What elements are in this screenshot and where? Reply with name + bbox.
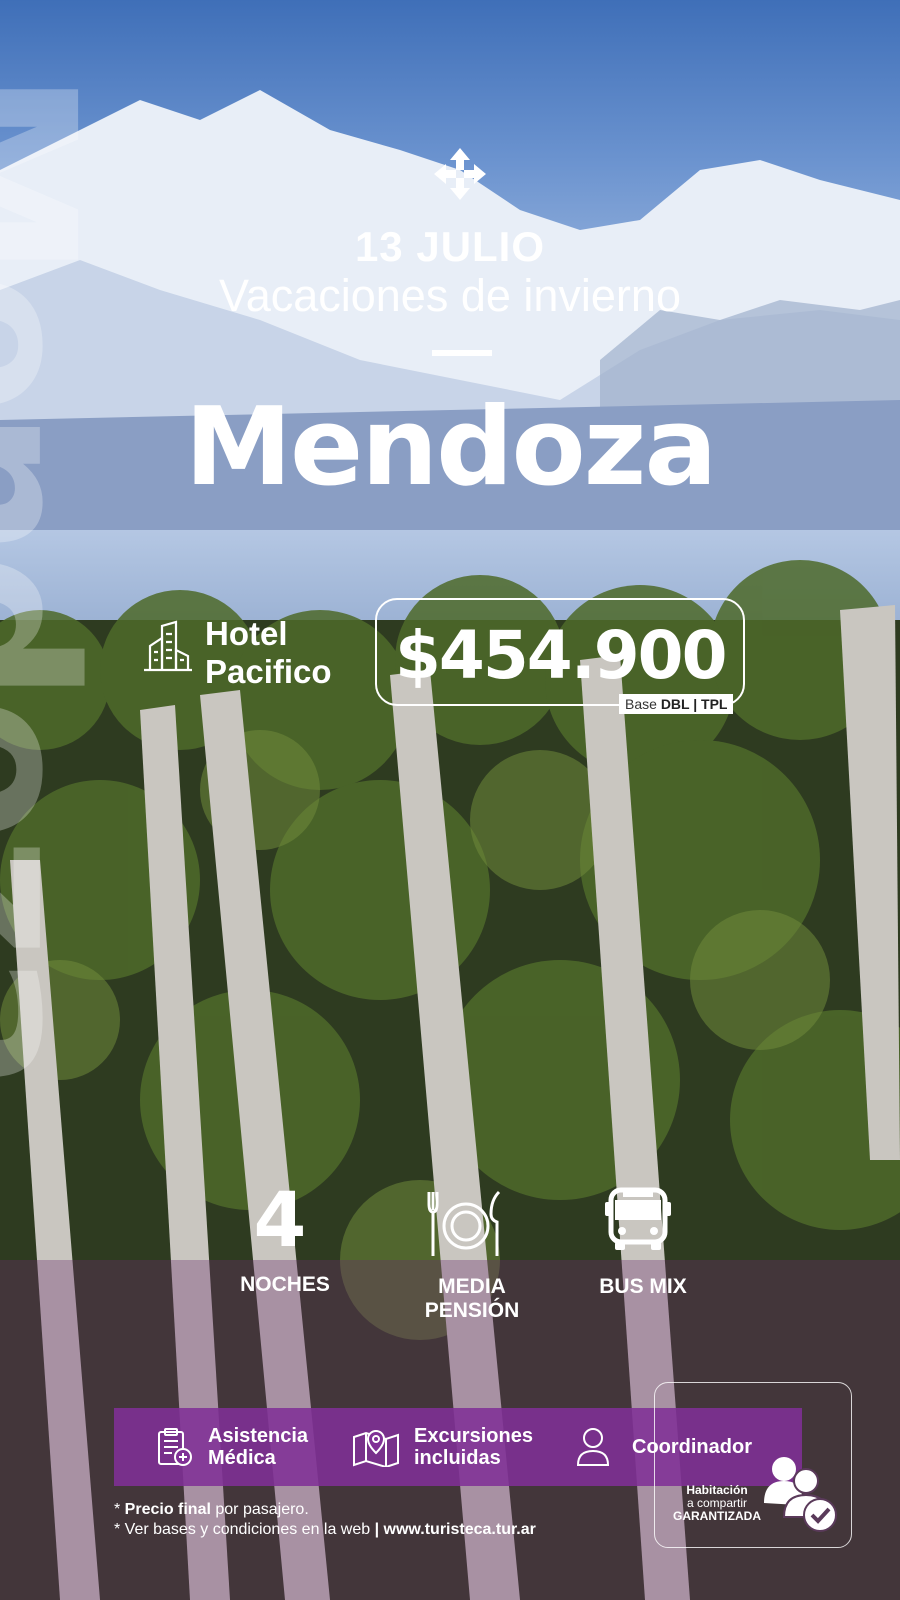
map-pin-icon xyxy=(353,1430,399,1467)
trip-subtitle: Vacaciones de invierno xyxy=(219,270,681,321)
footer-terms: * Ver bases y condiciones en la web | ww… xyxy=(114,1521,536,1538)
divider xyxy=(432,350,492,356)
footer-price-note: * Precio final por pasajero. xyxy=(114,1501,309,1518)
nights-number: 4 xyxy=(253,1175,307,1264)
person-icon xyxy=(576,1428,610,1466)
transport-label: BUS MIX xyxy=(599,1275,687,1298)
bus-icon xyxy=(605,1187,671,1250)
plate-cutlery-icon xyxy=(427,1190,501,1256)
guarantee-text: Habitación a compartir GARANTIZADA xyxy=(673,1483,761,1523)
move-arrows-icon xyxy=(434,148,486,200)
price-base-tag: Base DBL | TPL xyxy=(619,694,734,714)
building-icon xyxy=(144,620,192,672)
shared-room-people-icon xyxy=(764,1457,837,1532)
destination-title: Mendoza xyxy=(184,385,718,510)
hotel-name: Hotel Pacifico xyxy=(205,615,332,690)
meal-plan-label: MEDIA PENSIÓN xyxy=(424,1275,520,1322)
travel-date: 13 JULIO xyxy=(354,223,546,270)
website-link[interactable]: www.turisteca.tur.ar xyxy=(384,1521,536,1538)
nights-label: NOCHES xyxy=(240,1273,330,1296)
service-excursions: Excursiones incluidas xyxy=(352,1408,533,1486)
price-amount: $454.900 xyxy=(395,617,728,694)
medical-clipboard-icon xyxy=(158,1428,192,1466)
service-medical: Asistencia Médica xyxy=(156,1408,308,1486)
